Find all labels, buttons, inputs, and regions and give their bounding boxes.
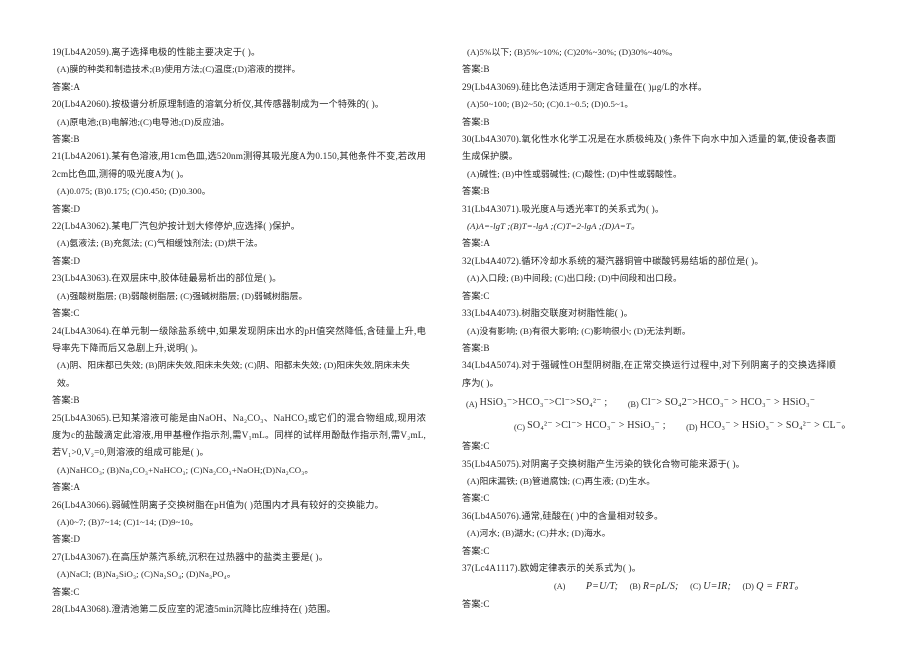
question-options: (A)阴、阳床都已失效; (B)阴床失效,阳床未失效; (C)阴、阳都未失效; … — [57, 360, 410, 388]
question-text: 29(Lb4A3069).硅比色法适用于测定含硅量在( )μg/L的水样。 — [462, 81, 708, 92]
question-block-29: 29(Lb4A3069).硅比色法适用于测定含硅量在( )μg/L的水样。 (A… — [462, 79, 836, 131]
question-options: (A)河水; (B)湖水; (C)井水; (D)海水。 — [467, 528, 611, 539]
option-label-b: (B) — [627, 400, 639, 410]
question-options: (A)没有影响; (B)有很大影响; (C)影响很小; (D)无法判断。 — [467, 325, 691, 336]
question-answer: 答案:C — [462, 441, 490, 452]
question-answer: 答案:B — [52, 134, 80, 145]
question-text: 35(Lb4A5075).对阴离子交换树脂产生污染的铁化合物可能来源于( )。 — [462, 458, 745, 469]
question-answer: 答案:C — [462, 599, 490, 610]
question-block-30: 30(Lb4A3070).氧化性水化学工况是在水质极纯及( )条件下向水中加入适… — [462, 131, 836, 201]
question-options: (A)NaHCO₃; (B)Na₂CO₃+NaHCO₃; (C)Na₂CO₃+N… — [57, 464, 314, 475]
question-block-19: 19(Lb4A2059).离子选择电极的性能主要决定于( )。 (A)膜的种类和… — [52, 44, 426, 96]
question-block-28-continued: (A)5%以下; (B)5%~10%; (C)20%~30%; (D)30%~4… — [462, 44, 836, 79]
question-answer: 答案:A — [52, 81, 81, 92]
question-answer: 答案:C — [52, 586, 80, 597]
question-block-20: 20(Lb4A2060).按极谱分析原理制造的溶氧分析仪,其传感器制成为一个特殊… — [52, 96, 426, 148]
question-answer: 答案:C — [52, 308, 80, 319]
question-block-32: 32(Lb4A4072).循环冷却水系统的凝汽器铜管中碳酸钙易结垢的部位是( )… — [462, 253, 836, 305]
question-text: 33(Lb4A4073).树脂交联度对树脂性能( )。 — [462, 308, 633, 319]
question-answer: 答案:C — [462, 493, 490, 504]
question-text: 34(Lb4A5074).对于强碱性OH型阴树脂,在正常交换运行过程中,对下列阴… — [462, 360, 836, 388]
question-block-37: 37(Lc4A1117).欧姆定律表示的关系式为( )。 (A) P=U/T; … — [462, 560, 836, 614]
question-answer: 答案:D — [52, 255, 81, 266]
document-page: 19(Lb4A2059).离子选择电极的性能主要决定于( )。 (A)膜的种类和… — [0, 0, 920, 651]
option-label-c: (C) — [514, 423, 525, 433]
question-block-24: 24(Lb4A3064).在单元制一级除盐系统中,如果发现阴床出水的pH值突然降… — [52, 323, 426, 410]
question-options: (A)A=-lgT ;(B)T=-lgA ;(C)T=2-lgA ;(D)A=T… — [467, 221, 640, 232]
question-text: 20(Lb4A2060).按极谱分析原理制造的溶氧分析仪,其传感器制成为一个特殊… — [52, 99, 385, 110]
question-text: 21(Lb4A2061).某有色溶液,用1cm色皿,选520nm测得其吸光度A为… — [52, 151, 426, 179]
question-block-34: 34(Lb4A5074).对于强碱性OH型阴树脂,在正常交换运行过程中,对下列阴… — [462, 357, 851, 455]
formula-option-a: P=U/T; — [585, 581, 619, 593]
question-block-35: 35(Lb4A5075).对阴离子交换树脂产生污染的铁化合物可能来源于( )。 … — [462, 456, 836, 508]
question-text: 32(Lb4A4072).循环冷却水系统的凝汽器铜管中碳酸钙易结垢的部位是( )… — [462, 255, 764, 266]
question-answer: 答案:B — [462, 186, 490, 197]
two-column-layout: 19(Lb4A2059).离子选择电极的性能主要决定于( )。 (A)膜的种类和… — [52, 40, 868, 627]
question-answer: 答案:D — [52, 534, 81, 545]
formula-row-cd: (C) SO₄²⁻ >Cl⁻> HCO₃⁻ > HSiO₃⁻ ; (D) HCO… — [462, 415, 851, 438]
formula-option-d: HCO₃⁻ > HSiO₃⁻ > SO₄²⁻ > CL⁻。 — [699, 420, 852, 432]
formula-option-b: Cl⁻> SO₄2⁻>HCO₃⁻ > HCO₃⁻ > HSiO₃⁻ — [641, 397, 816, 409]
question-text: 19(Lb4A2059).离子选择电极的性能主要决定于( )。 — [52, 47, 261, 57]
question-text: 31(Lb4A3071).吸光度A与透光率T的关系式为( )。 — [462, 203, 665, 214]
question-options: (A)5%以下; (B)5%~10%; (C)20%~30%; (D)30%~4… — [467, 47, 678, 57]
question-options: (A)0.075; (B)0.175; (C)0.450; (D)0.300。 — [57, 186, 211, 197]
question-answer: 答案:B — [462, 342, 490, 353]
question-answer: 答案:B — [52, 395, 80, 406]
question-text: 36(Lb4A5076).通常,硅酸在( )中的含量相对较多。 — [462, 510, 664, 521]
question-text: 23(Lb4A3063).在双层床中,胶体硅最易析出的部位是( )。 — [52, 273, 282, 284]
question-block-36: 36(Lb4A5076).通常,硅酸在( )中的含量相对较多。 (A)河水; (… — [462, 508, 836, 560]
question-options: (A)0~7; (B)7~14; (C)1~14; (D)9~10。 — [57, 516, 199, 527]
left-column: 19(Lb4A2059).离子选择电极的性能主要决定于( )。 (A)膜的种类和… — [52, 40, 426, 627]
question-answer: 答案:D — [52, 203, 81, 214]
formula-option-d: Q = FRT。 — [756, 581, 805, 593]
question-options: (A)氨液法; (B)充氮法; (C)气相缓蚀剂法; (D)烘干法。 — [57, 238, 263, 249]
formula-option-b: R=ρL/S; — [642, 581, 679, 593]
question-text: 28(Lb4A3068).澄清池第二反应室的泥渣5min沉降比应维持在( )范围… — [52, 604, 336, 614]
option-label-a: (A) — [554, 582, 566, 592]
question-options: (A)原电池;(B)电解池;(C)电导池;(D)反应油。 — [57, 116, 230, 127]
question-answer: 答案:A — [462, 238, 491, 249]
question-block-21: 21(Lb4A2061).某有色溶液,用1cm色皿,选520nm测得其吸光度A为… — [52, 148, 426, 218]
formula-row-ab: (A) HSiO₃⁻>HCO₃⁻>Cl⁻>SO₄²⁻ ; (B) Cl⁻> SO… — [462, 392, 836, 415]
question-options: (A)碱性; (B)中性或弱碱性; (C)酸性; (D)中性或弱酸性。 — [467, 168, 682, 179]
question-block-26: 26(Lb4A3066).弱碱性阴离子交换树脂在pH值为( )范围内才具有较好的… — [52, 497, 426, 549]
formula-option-a: HSiO₃⁻>HCO₃⁻>Cl⁻>SO₄²⁻ ; — [479, 397, 608, 409]
question-block-28: 28(Lb4A3068).澄清池第二反应室的泥渣5min沉降比应维持在( )范围… — [52, 601, 426, 618]
formula-row-ohm: (A) P=U/T; (B) R=ρL/S; (C) U=IR; (D) Q =… — [462, 577, 836, 596]
question-options: (A)膜的种类和制造技术;(B)使用方法;(C)温度;(D)溶液的搅拌。 — [57, 64, 301, 75]
option-label-a: (A) — [466, 400, 478, 410]
formula-option-c: U=IR; — [703, 581, 732, 593]
option-label-d: (D) — [686, 423, 698, 433]
question-text: 22(Lb4A3062).某电厂汽包炉按计划大修停炉,应选择( )保护。 — [52, 221, 301, 232]
question-options: (A)50~100; (B)2~50; (C)0.1~0.5; (D)0.5~1… — [467, 99, 634, 110]
question-text: 30(Lb4A3070).氧化性水化学工况是在水质极纯及( )条件下向水中加入适… — [462, 134, 836, 162]
question-block-31: 31(Lb4A3071).吸光度A与透光率T的关系式为( )。 (A)A=-lg… — [462, 201, 836, 253]
question-answer: 答案:A — [52, 482, 81, 493]
question-text: 37(Lc4A1117).欧姆定律表示的关系式为( )。 — [462, 562, 642, 573]
question-options: (A)NaCl; (B)Na₂SiO₃; (C)Na₂SO₄; (D)Na₃PO… — [57, 569, 236, 580]
option-label-d: (D) — [742, 582, 754, 592]
question-text: 27(Lb4A3067).在高压炉蒸汽系统,沉积在过热器中的盐类主要是( )。 — [52, 551, 329, 562]
question-block-22: 22(Lb4A3062).某电厂汽包炉按计划大修停炉,应选择( )保护。 (A)… — [52, 218, 426, 270]
question-text: 26(Lb4A3066).弱碱性阴离子交换树脂在pH值为( )范围内才具有较好的… — [52, 499, 384, 510]
option-label-b: (B) — [629, 582, 641, 592]
question-block-33: 33(Lb4A4073).树脂交联度对树脂性能( )。 (A)没有影响; (B)… — [462, 305, 836, 357]
question-text: 24(Lb4A3064).在单元制一级除盐系统中,如果发现阴床出水的pH值突然降… — [52, 325, 426, 353]
question-block-25: 25(Lb4A3065).已知某溶液可能是由NaOH、Na₂CO₃、NaHCO₃… — [52, 410, 426, 497]
question-options: (A)入口段; (B)中间段; (C)出口段; (D)中间段和出口段。 — [467, 273, 682, 284]
formula-option-c: SO₄²⁻ >Cl⁻> HCO₃⁻ > HSiO₃⁻ ; — [527, 420, 666, 432]
question-options: (A)强酸树脂层; (B)弱酸树脂层; (C)强碱树脂层; (D)弱碱树脂层。 — [57, 290, 308, 301]
question-text: 25(Lb4A3065).已知某溶液可能是由NaOH、Na₂CO₃、NaHCO₃… — [52, 412, 426, 458]
question-answer: 答案:C — [462, 545, 490, 556]
option-label-c: (C) — [690, 582, 702, 592]
question-options: (A)阳床漏铁; (B)管道腐蚀; (C)再生液; (D)生水。 — [467, 475, 656, 486]
question-answer: 答案:C — [462, 290, 490, 301]
question-answer: 答案:B — [462, 64, 490, 75]
question-block-27: 27(Lb4A3067).在高压炉蒸汽系统,沉积在过热器中的盐类主要是( )。 … — [52, 549, 426, 601]
question-block-23: 23(Lb4A3063).在双层床中,胶体硅最易析出的部位是( )。 (A)强酸… — [52, 270, 426, 322]
right-column: (A)5%以下; (B)5%~10%; (C)20%~30%; (D)30%~4… — [462, 40, 851, 627]
question-answer: 答案:B — [462, 116, 490, 127]
